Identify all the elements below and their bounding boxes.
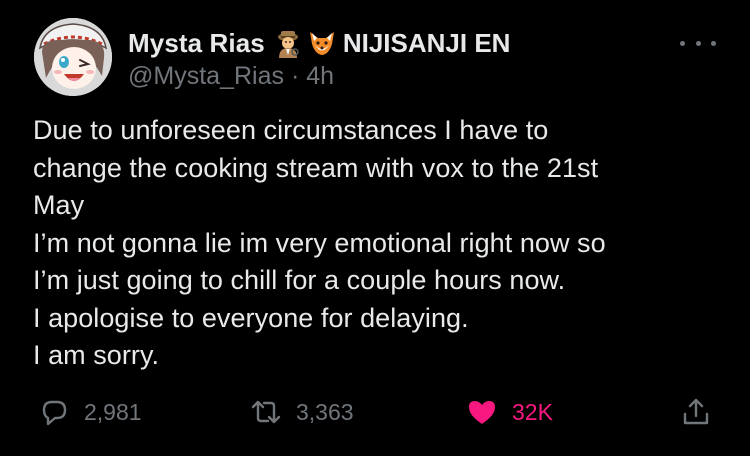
tweet-text-line: I am sorry. (33, 340, 160, 370)
tweet-text-line: I apologise to everyone for delaying. (33, 302, 469, 333)
author-handle[interactable]: @Mysta_Rias (128, 62, 284, 90)
tweet-text-line: I’m not gonna lie im very emotional righ… (33, 227, 606, 258)
tweet: Mysta Rias NIJISANJI EN @Mysta_Rias · 4h… (0, 0, 750, 456)
tweet-text-line: May (33, 190, 85, 220)
tweet-text-line: Due to unforeseen circumstances I have t… (33, 115, 549, 145)
affiliation-label: NIJISANJI EN (342, 27, 511, 58)
separator: · (290, 62, 300, 90)
tweet-text: Due to unforeseen circumstances I have t… (33, 112, 723, 375)
reply-button[interactable]: 2,981 (38, 390, 142, 434)
more-dots-icon (680, 40, 685, 46)
more-button[interactable] (680, 36, 716, 50)
detective-emoji-icon (273, 28, 303, 58)
like-count: 32K (512, 398, 553, 425)
more-dot (695, 40, 701, 46)
tweet-text-line: I’m just going to chill for a couple hou… (33, 265, 566, 295)
handle-row: @Mysta_Rias · 4h (128, 62, 640, 91)
retweet-count: 3,363 (296, 398, 354, 425)
name-row: Mysta Rias NIJISANJI EN (128, 26, 640, 60)
tweet-text-line: change the cooking stream with vox to th… (33, 152, 599, 183)
like-button[interactable]: 32K (466, 390, 553, 434)
avatar[interactable] (34, 18, 112, 96)
reply-count: 2,981 (84, 398, 142, 425)
more-dot (711, 40, 716, 46)
share-button[interactable] (680, 390, 712, 434)
retweet-button[interactable]: 3,363 (250, 390, 354, 434)
retweet-icon (251, 400, 281, 424)
timestamp[interactable]: 4h (306, 62, 334, 90)
share-icon (683, 398, 709, 425)
action-bar: 2,981 3,363 32K (0, 390, 750, 434)
fox-emoji-icon (307, 28, 337, 58)
reply-icon (42, 400, 67, 426)
heart-icon (469, 401, 495, 424)
tweet-header: Mysta Rias NIJISANJI EN @Mysta_Rias · 4h (128, 26, 640, 91)
display-name[interactable]: Mysta Rias (128, 28, 265, 59)
